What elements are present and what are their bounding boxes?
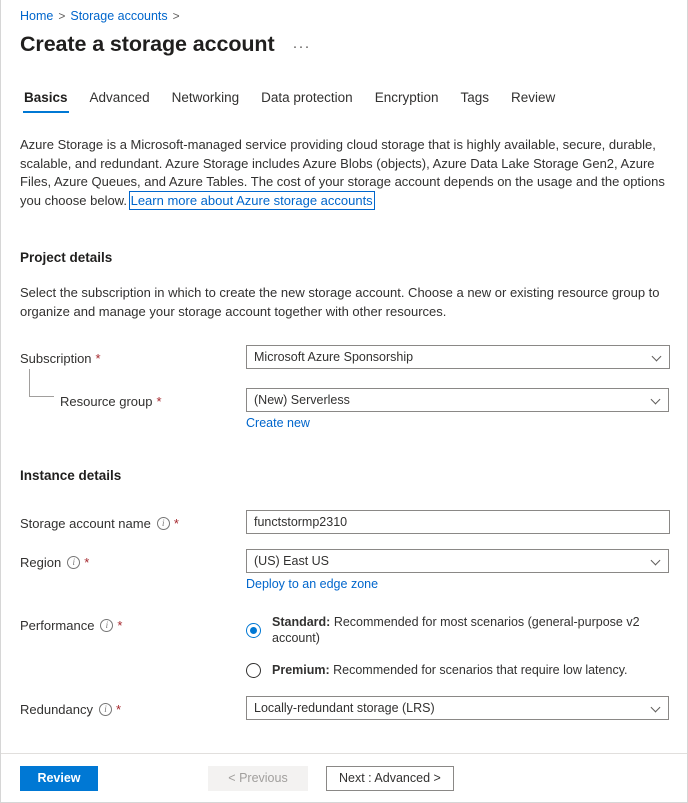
storage-account-name-input[interactable]: functstormp2310 — [246, 510, 670, 534]
form-content: Azure Storage is a Microsoft-managed ser… — [1, 136, 687, 720]
info-icon[interactable]: i — [99, 703, 112, 716]
redundancy-row: Redundancy i * Locally-redundant storage… — [20, 696, 668, 720]
page-title: Create a storage account — [20, 30, 275, 58]
region-required-asterisk: * — [84, 554, 89, 571]
tree-connector-line — [29, 369, 54, 397]
chevron-down-icon — [652, 352, 662, 362]
performance-option-premium-text: Premium: Recommended for scenarios that … — [272, 662, 627, 678]
subscription-row: Subscription * Microsoft Azure Sponsorsh… — [20, 345, 668, 369]
breadcrumb: Home > Storage accounts > — [1, 0, 687, 24]
tab-encryption[interactable]: Encryption — [364, 89, 450, 113]
wizard-footer: Review < Previous Next : Advanced > — [1, 754, 687, 802]
subscription-label-text: Subscription — [20, 350, 92, 367]
tab-review[interactable]: Review — [500, 89, 566, 113]
region-label: Region i * — [20, 549, 246, 571]
create-storage-account-blade: Home > Storage accounts > Create a storage … — [0, 0, 688, 803]
redundancy-value: Locally-redundant storage (LRS) — [254, 701, 645, 715]
redundancy-label-text: Redundancy — [20, 701, 93, 718]
resource-group-control: (New) Serverless Create new — [246, 388, 669, 430]
chevron-down-icon — [651, 395, 661, 405]
performance-option-standard-name: Standard: — [272, 615, 330, 629]
project-details-description: Select the subscription in which to crea… — [20, 284, 668, 321]
performance-label-text: Performance — [20, 617, 94, 634]
storage-account-name-row: Storage account name i * functstormp2310 — [20, 510, 668, 534]
subscription-control: Microsoft Azure Sponsorship — [246, 345, 670, 369]
storage-account-name-control: functstormp2310 — [246, 510, 670, 534]
performance-label: Performance i * — [20, 612, 246, 634]
resource-group-row: Resource group * (New) Serverless Create… — [20, 388, 668, 430]
region-select[interactable]: (US) East US — [246, 549, 669, 573]
redundancy-select[interactable]: Locally-redundant storage (LRS) — [246, 696, 669, 720]
redundancy-required-asterisk: * — [116, 701, 121, 718]
performance-option-premium-desc: Recommended for scenarios that require l… — [330, 663, 628, 677]
learn-more-link[interactable]: Learn more about Azure storage accounts — [131, 193, 373, 208]
performance-row: Performance i * Standard: Recommended fo… — [20, 612, 668, 678]
info-icon[interactable]: i — [100, 619, 113, 632]
performance-option-premium-name: Premium: — [272, 663, 330, 677]
radio-selected-icon — [246, 623, 261, 638]
subscription-select[interactable]: Microsoft Azure Sponsorship — [246, 345, 670, 369]
tab-data-protection[interactable]: Data protection — [250, 89, 364, 113]
subscription-label: Subscription * — [20, 345, 246, 367]
project-details-heading: Project details — [20, 250, 668, 265]
breadcrumb-item-home[interactable]: Home — [20, 9, 53, 23]
breadcrumb-separator-1: > — [58, 9, 65, 23]
performance-required-asterisk: * — [117, 617, 122, 634]
breadcrumb-separator-2: > — [173, 9, 180, 23]
tab-tags[interactable]: Tags — [449, 89, 500, 113]
chevron-down-icon — [651, 556, 661, 566]
title-row: Create a storage account ··· — [1, 24, 687, 58]
tab-networking[interactable]: Networking — [161, 89, 251, 113]
resource-group-label-text: Resource group — [60, 393, 153, 410]
storage-account-name-label-text: Storage account name — [20, 515, 151, 532]
deploy-edge-zone-link[interactable]: Deploy to an edge zone — [246, 577, 378, 591]
tab-advanced[interactable]: Advanced — [79, 89, 161, 113]
info-icon[interactable]: i — [157, 517, 170, 530]
region-row: Region i * (US) East US Deploy to an edg… — [20, 549, 668, 591]
resource-group-select[interactable]: (New) Serverless — [246, 388, 669, 412]
region-label-text: Region — [20, 554, 61, 571]
storage-account-name-label: Storage account name i * — [20, 510, 246, 532]
performance-option-standard-text: Standard: Recommended for most scenarios… — [272, 614, 668, 646]
create-new-resource-group-link[interactable]: Create new — [246, 416, 310, 430]
storage-account-name-value: functstormp2310 — [254, 515, 662, 529]
review-button[interactable]: Review — [20, 766, 98, 791]
chevron-down-icon — [651, 703, 661, 713]
performance-radio-group: Standard: Recommended for most scenarios… — [246, 612, 668, 678]
more-actions-icon[interactable]: ··· — [289, 39, 315, 55]
storage-account-name-required-asterisk: * — [174, 515, 179, 532]
region-value: (US) East US — [254, 554, 645, 568]
resource-group-value: (New) Serverless — [254, 393, 645, 407]
subscription-required-asterisk: * — [96, 350, 101, 367]
performance-option-premium[interactable]: Premium: Recommended for scenarios that … — [246, 662, 668, 678]
redundancy-label: Redundancy i * — [20, 696, 246, 718]
radio-unselected-icon — [246, 663, 261, 678]
next-advanced-button[interactable]: Next : Advanced > — [326, 766, 454, 791]
resource-group-required-asterisk: * — [157, 393, 162, 410]
intro-paragraph: Azure Storage is a Microsoft-managed ser… — [20, 136, 668, 210]
info-icon[interactable]: i — [67, 556, 80, 569]
performance-option-standard[interactable]: Standard: Recommended for most scenarios… — [246, 614, 668, 646]
wizard-tabs: Basics Advanced Networking Data protecti… — [1, 83, 687, 113]
subscription-value: Microsoft Azure Sponsorship — [254, 350, 646, 364]
tab-basics[interactable]: Basics — [13, 89, 79, 113]
previous-button: < Previous — [208, 766, 308, 791]
instance-details-heading: Instance details — [20, 468, 668, 483]
breadcrumb-item-storage-accounts[interactable]: Storage accounts — [70, 9, 167, 23]
redundancy-control: Locally-redundant storage (LRS) — [246, 696, 669, 720]
resource-group-label: Resource group * — [20, 388, 246, 410]
region-control: (US) East US Deploy to an edge zone — [246, 549, 669, 591]
